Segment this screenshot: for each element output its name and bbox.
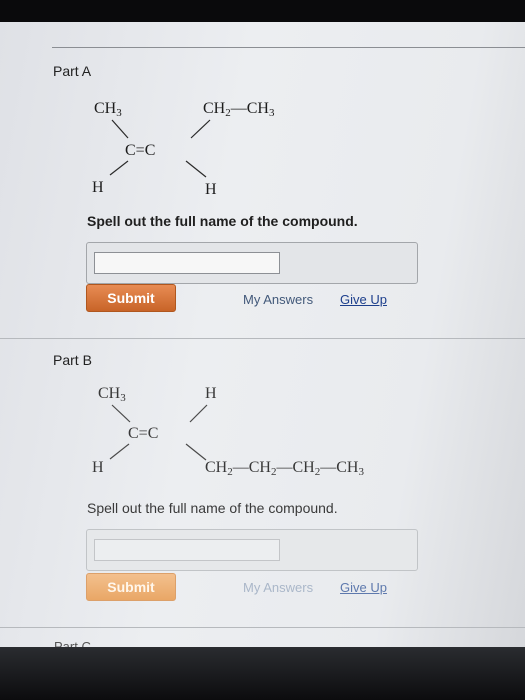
part-b-butyl-chain: CH2—CH2—CH2—CH3 bbox=[205, 459, 364, 478]
part-b-answer-box bbox=[86, 529, 418, 571]
part-b-bond-bl bbox=[109, 443, 130, 460]
part-b-title: Part B bbox=[53, 352, 92, 368]
part-b-ch3-left: CH3 bbox=[98, 385, 126, 404]
part-a-bond-br bbox=[185, 160, 207, 178]
part-a-my-answers-link[interactable]: My Answers bbox=[243, 292, 313, 307]
part-b-question: Spell out the full name of the compound. bbox=[87, 500, 338, 516]
part-a-answer-input[interactable] bbox=[94, 252, 280, 274]
part-a-ch3-left: CH3 bbox=[94, 100, 122, 119]
part-a-ethyl-right: CH2—CH3 bbox=[203, 100, 275, 119]
part-b-submit-button[interactable]: Submit bbox=[86, 573, 176, 601]
part-a-bond-tl bbox=[111, 119, 129, 139]
part-b-answer-input[interactable] bbox=[94, 539, 280, 561]
part-b-h-right: H bbox=[205, 385, 217, 402]
part-a-structure: CH3 CH2—CH3 C=C H H bbox=[92, 100, 275, 198]
part-b-bond-br bbox=[185, 443, 207, 461]
part-a-h-right: H bbox=[205, 181, 217, 198]
part-b-bond-tl bbox=[111, 404, 131, 423]
part-b-my-answers-link[interactable]: My Answers bbox=[243, 580, 313, 595]
monitor-bezel bbox=[0, 647, 525, 700]
part-a-submit-button[interactable]: Submit bbox=[86, 284, 176, 312]
part-a-answer-box bbox=[86, 242, 418, 284]
part-a-give-up-link[interactable]: Give Up bbox=[340, 292, 387, 307]
part-a-question: Spell out the full name of the compound. bbox=[87, 213, 358, 229]
part-a-h-left: H bbox=[92, 179, 104, 196]
part-b-structure: CH3 H C=C H CH2—CH2—CH2—CH3 bbox=[92, 385, 364, 478]
part-b-give-up-link[interactable]: Give Up bbox=[340, 580, 387, 595]
part-a-bond-tr bbox=[190, 119, 211, 139]
part-b-divider bbox=[0, 627, 525, 628]
part-b-double-bond: C=C bbox=[128, 425, 158, 442]
quiz-page: Part A CH3 CH2—CH3 C=C H H CH3 H C=C H C… bbox=[0, 22, 525, 700]
part-a-divider bbox=[0, 338, 525, 339]
part-b-h-left: H bbox=[92, 459, 104, 476]
part-b-bond-tr bbox=[189, 404, 208, 423]
part-a-bond-bl bbox=[109, 160, 129, 176]
part-a-double-bond: C=C bbox=[125, 142, 155, 159]
